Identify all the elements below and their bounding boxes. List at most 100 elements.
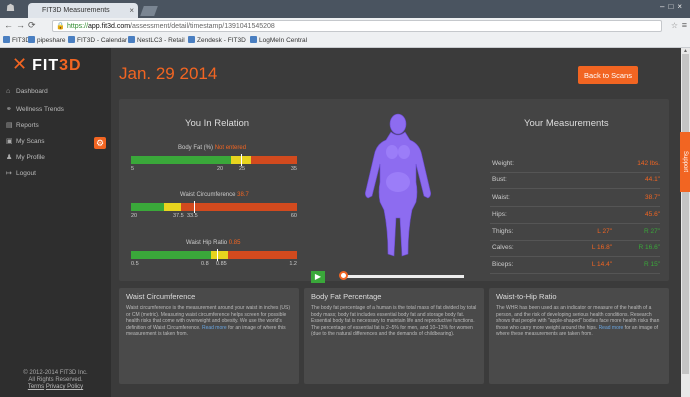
bookmarks-bar: FIT3D pipeshare FIT3D - Calendar NestLC3… — [0, 34, 690, 48]
tab-title: FIT3D Measurements — [42, 7, 110, 14]
measurement-divider — [490, 256, 660, 257]
reload-icon[interactable]: ⟳ — [28, 20, 36, 31]
measurement-divider — [490, 188, 660, 189]
body-fat-marker — [241, 154, 242, 166]
rotation-slider-knob[interactable] — [339, 271, 348, 280]
sidebar-item-logout[interactable]: ↦ Logout — [6, 169, 36, 177]
bookmark-item[interactable]: FIT3D - Calendar — [68, 35, 127, 46]
measurement-value: R 15" — [643, 261, 660, 268]
waist-circumference-ticks: 20 37.5 33.5 60 — [131, 213, 297, 219]
back-to-scans-button[interactable]: Back to Scans — [578, 66, 638, 84]
bookmark-item[interactable]: NestLC3 - Retail — [128, 35, 185, 46]
browser-tab[interactable]: FIT3D Measurements × — [28, 3, 138, 18]
support-tab[interactable]: Support — [680, 132, 690, 192]
measurement-divider — [490, 273, 660, 274]
measurement-divider — [490, 223, 660, 224]
address-bar: ← → ⟳ 🔒 https://app.fit3d.com/assessment… — [0, 18, 690, 35]
info-card-text: The body fat percentage of a human is th… — [311, 305, 477, 337]
bookmark-icon — [188, 36, 195, 43]
sidebar-item-wellness-trends[interactable]: ⚭ Wellness Trends — [6, 105, 64, 113]
measurement-label: Bust: — [492, 176, 507, 183]
menu-icon[interactable]: ≡ — [682, 20, 687, 30]
bookmark-item[interactable]: FIT3D — [3, 35, 30, 46]
page-title: Jan. 29 2014 — [119, 64, 218, 83]
sidebar-item-reports[interactable]: ▤ Reports — [6, 121, 39, 129]
waist-hip-ratio-marker — [217, 249, 218, 261]
bookmark-icon — [250, 36, 257, 43]
url-path: /assessment/detail/timestamp/13910415452… — [130, 23, 275, 30]
measurement-label: Calves: — [492, 244, 514, 251]
close-tab-icon[interactable]: × — [129, 3, 134, 18]
measurement-left-value: L 27" — [597, 228, 612, 235]
sidebar-item-my-profile[interactable]: ♟ My Profile — [6, 153, 45, 161]
measurement-label: Hips: — [492, 211, 507, 218]
forward-arrow-icon[interactable]: → — [16, 20, 25, 30]
read-more-link[interactable]: Read more — [599, 325, 624, 331]
relation-heading: You In Relation — [185, 118, 250, 129]
url-host: app.fit3d.com — [88, 23, 131, 30]
waist-circumference-bar — [131, 201, 297, 213]
measurement-value: 44.1" — [645, 176, 660, 183]
waist-circumference-marker — [194, 201, 195, 213]
bookmark-icon — [28, 36, 35, 43]
fit3d-logo[interactable]: ✕ FIT3D — [12, 54, 82, 75]
bookmark-item[interactable]: pipeshare — [28, 35, 66, 46]
home-icon: ⌂ — [6, 88, 11, 95]
measurement-value: 38.7" — [645, 194, 660, 201]
info-card-waist-hip-ratio: Waist-to-Hip Ratio The WHR has been used… — [489, 288, 669, 384]
logout-icon: ↦ — [6, 170, 12, 177]
3d-body-scan-model[interactable] — [358, 112, 438, 262]
measurement-value: 142 lbs. — [637, 160, 660, 167]
url-scheme: https:// — [67, 23, 89, 30]
bookmark-star-icon[interactable]: ☆ — [671, 21, 678, 30]
play-button[interactable]: ▶ — [311, 271, 325, 283]
page-scrollbar[interactable]: ▲ — [681, 48, 690, 397]
bookmark-item[interactable]: Zendesk - FIT3D — [188, 35, 246, 46]
privacy-link[interactable]: Privacy Policy — [46, 384, 83, 390]
sidebar: ✕ FIT3D ⌂ Dashboard ⚭ Wellness Trends ▤ Repo… — [0, 48, 111, 397]
body-fat-ticks: 5 20 25 35 — [131, 166, 297, 172]
sidebar-item-my-scans[interactable]: ▣ My Scans — [6, 137, 45, 145]
scroll-thumb[interactable] — [682, 54, 689, 374]
read-more-link[interactable]: Read more — [202, 325, 227, 331]
body-fat-bar — [131, 154, 297, 166]
waist-hip-ratio-ticks: 0.5 0.8 0.85 1.2 — [131, 261, 297, 267]
measurement-left-value: L 16.8" — [591, 244, 612, 251]
measurement-label: Biceps: — [492, 261, 514, 268]
bookmark-icon — [68, 36, 75, 43]
measurement-label: Thighs: — [492, 228, 514, 235]
back-arrow-icon[interactable]: ← — [4, 20, 13, 30]
rotation-slider-track[interactable] — [344, 275, 464, 278]
waist-circumference-label: Waist Circumference 38.7 — [180, 192, 249, 198]
measurement-label: Waist: — [492, 194, 510, 201]
scans-icon: ▣ — [6, 138, 13, 145]
bookmark-item[interactable]: LogMeIn Central — [250, 35, 307, 46]
reports-icon: ▤ — [6, 122, 13, 129]
info-card-waist-circumference: Waist Circumference Waist circumference … — [119, 288, 299, 384]
terms-link[interactable]: Terms — [28, 384, 44, 390]
lock-icon: 🔒 — [56, 23, 65, 30]
browser-logo-icon: ☗ — [6, 3, 15, 14]
new-tab-button[interactable] — [140, 6, 158, 16]
info-card-title: Waist-to-Hip Ratio — [496, 292, 557, 301]
waist-hip-ratio-label: Waist Hip Ratio 0.85 — [186, 240, 241, 246]
measurement-left-value: L 14.4" — [591, 261, 612, 268]
measurement-value: 45.6" — [645, 211, 660, 218]
bookmark-icon — [3, 36, 10, 43]
waist-hip-ratio-bar — [131, 249, 297, 261]
bookmark-icon — [128, 36, 135, 43]
info-card-text: Waist circumference is the measurement a… — [126, 305, 291, 337]
info-card-title: Body Fat Percentage — [311, 292, 382, 301]
info-card-title: Waist Circumference — [126, 292, 196, 301]
sidebar-item-dashboard[interactable]: ⌂ Dashboard — [6, 88, 48, 95]
measurement-value: R 16.6" — [638, 244, 660, 251]
measurement-divider — [490, 172, 660, 173]
settings-gear-icon[interactable]: ⚙ — [94, 137, 106, 149]
url-field[interactable]: 🔒 https://app.fit3d.com/assessment/detai… — [52, 20, 662, 32]
measurement-value: R 27" — [643, 228, 660, 235]
body-fat-label: Body Fat (%) Not entered — [178, 145, 247, 151]
trends-icon: ⚭ — [6, 106, 12, 113]
copyright: © 2012-2014 FIT3D Inc. All Rights Reserv… — [23, 370, 88, 390]
window-controls[interactable]: –□× — [660, 2, 686, 11]
profile-icon: ♟ — [6, 154, 13, 161]
